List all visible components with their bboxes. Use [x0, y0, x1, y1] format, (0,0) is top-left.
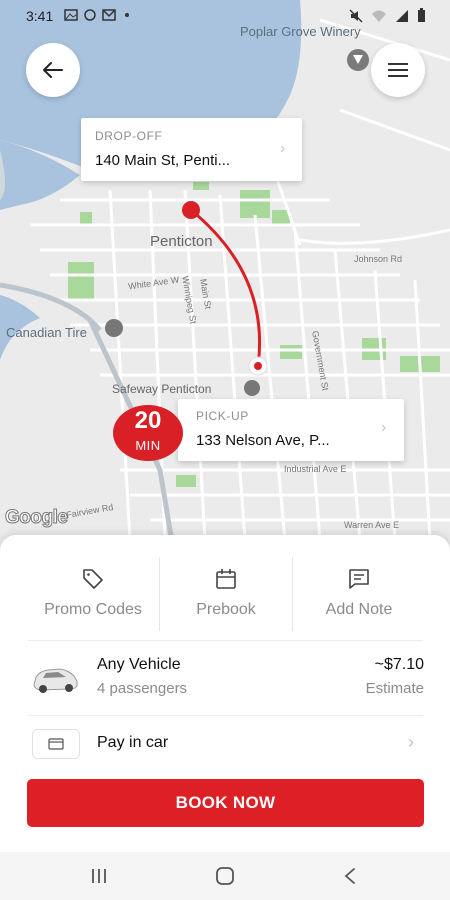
- payment-label: Pay in car: [97, 734, 169, 751]
- divider: [28, 640, 423, 641]
- eta-badge: 20 MIN: [113, 405, 183, 461]
- note-icon: [349, 569, 369, 589]
- dropoff-address: 140 Main St, Penti...: [95, 152, 231, 169]
- vehicle-price-note: Estimate: [365, 680, 424, 697]
- menu-button[interactable]: [371, 43, 425, 97]
- dot-icon: [125, 13, 129, 17]
- promo-codes-button[interactable]: Promo Codes: [26, 563, 160, 625]
- gmail-icon: [102, 9, 116, 21]
- add-note-label: Add Note: [325, 601, 393, 618]
- vehicle-row[interactable]: Any Vehicle 4 passengers ~$7.10 Estimate: [0, 645, 450, 715]
- image-icon: [64, 9, 78, 21]
- map-label-town: Penticton: [150, 233, 213, 250]
- prebook-button[interactable]: Prebook: [159, 563, 293, 625]
- card-glyph: [48, 738, 64, 750]
- chevron-right-icon: ›: [408, 732, 414, 752]
- mute-icon: [349, 9, 363, 22]
- car-icon: [33, 668, 78, 693]
- prebook-label: Prebook: [196, 601, 256, 618]
- eta-unit: MIN: [135, 438, 161, 453]
- dropoff-caption: DROP-OFF: [95, 129, 163, 143]
- system-nav-bar: [0, 852, 450, 900]
- chevron-right-icon: ›: [381, 419, 387, 436]
- sync-icon: [84, 9, 96, 21]
- eta-value: 20: [134, 407, 162, 434]
- map-label-canadian-tire: Canadian Tire: [6, 325, 87, 340]
- vehicle-passengers: 4 passengers: [97, 680, 188, 697]
- booking-sheet: Promo Codes Prebook Add Note Any Vehicle…: [0, 535, 450, 855]
- pickup-address: 133 Nelson Ave, P...: [196, 432, 330, 449]
- hamburger-icon: [388, 63, 408, 77]
- battery-icon: [418, 8, 425, 22]
- back-icon[interactable]: [343, 867, 357, 885]
- pickup-caption: PICK-UP: [196, 409, 249, 423]
- divider: [28, 715, 423, 716]
- payment-row[interactable]: Pay in car ›: [0, 718, 450, 770]
- promo-codes-label: Promo Codes: [44, 601, 142, 618]
- arrow-left-icon: [43, 62, 63, 78]
- wifi-icon: [372, 10, 386, 22]
- street-label-warren: Warren Ave E: [344, 520, 400, 530]
- status-bar: 3:41: [0, 0, 450, 32]
- vehicle-price: ~$7.10: [374, 656, 424, 673]
- map-label-safeway: Safeway Penticton: [112, 382, 212, 396]
- card-icon: [32, 729, 80, 759]
- recents-icon[interactable]: [90, 868, 108, 884]
- vehicle-name: Any Vehicle: [97, 656, 181, 673]
- book-now-button[interactable]: BOOK NOW: [27, 779, 424, 827]
- home-icon[interactable]: [215, 866, 235, 886]
- calendar-icon: [216, 569, 236, 589]
- status-time: 3:41: [26, 8, 54, 24]
- dropoff-marker: [182, 201, 200, 219]
- add-note-button[interactable]: Add Note: [292, 563, 426, 625]
- pickup-card[interactable]: PICK-UP 133 Nelson Ave, P... ›: [178, 399, 404, 461]
- tag-icon: [83, 569, 103, 589]
- signal-icon: [396, 9, 408, 22]
- chevron-right-icon: ›: [280, 140, 286, 157]
- google-attribution: Google: [4, 507, 68, 529]
- back-button[interactable]: [26, 43, 80, 97]
- street-label-johnson: Johnson Rd: [354, 254, 403, 264]
- pickup-marker: [254, 362, 262, 370]
- dropoff-card[interactable]: DROP-OFF 140 Main St, Penti... ›: [81, 118, 302, 181]
- street-label-industrial: Industrial Ave E: [284, 464, 347, 474]
